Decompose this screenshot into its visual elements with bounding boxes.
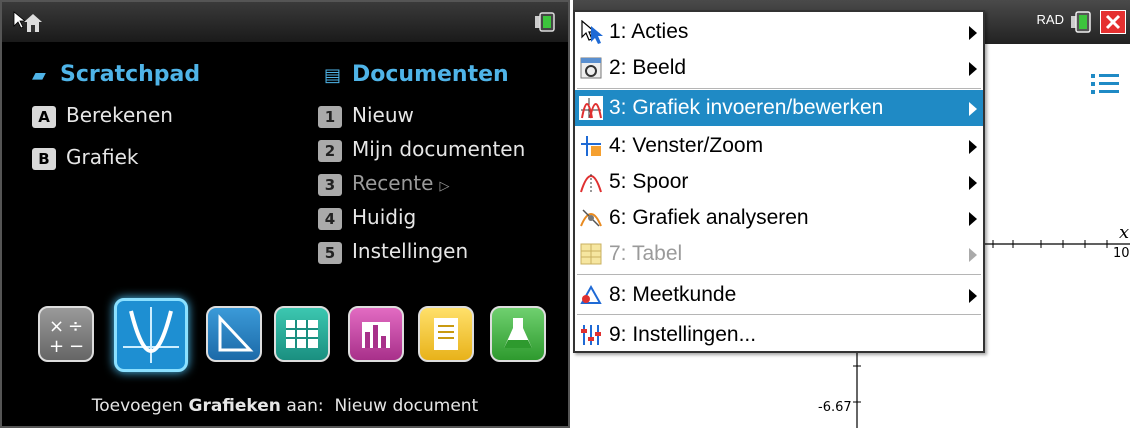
submenu-arrow-icon — [969, 289, 977, 303]
menu-item-label: Instellingen — [352, 239, 469, 263]
trace-icon — [580, 174, 602, 193]
documents-item-current[interactable]: 4 Huidig — [318, 200, 416, 234]
triangle-glyph — [218, 314, 254, 352]
shortcut-key: A — [32, 105, 56, 128]
menu-item-label: 9: Instellingen... — [609, 323, 757, 346]
battery-icon — [1071, 11, 1091, 33]
menu-item-label: 6: Grafiek analyseren — [609, 206, 809, 229]
status-footer: Toevoegen Grafieken aan: Nieuw document — [91, 396, 479, 416]
submenu-arrow-icon: ▷ — [439, 179, 450, 194]
documents-heading: ▤ Documenten — [324, 62, 509, 87]
shortcut-key: 1 — [318, 105, 342, 128]
x-axis-label: x — [1119, 222, 1130, 243]
menu-item-label: Grafiek — [66, 145, 139, 169]
view-icon — [580, 57, 602, 79]
svg-text:×: × — [49, 316, 64, 337]
menu-item-label: 3: Grafiek invoeren/bewerken — [609, 96, 884, 119]
menu-item-label: 7: Tabel — [609, 242, 683, 265]
menu-item-trace[interactable]: 5: Spoor — [575, 164, 983, 200]
flask-glyph — [504, 318, 532, 348]
menu-separator — [577, 88, 981, 89]
calculator-app-icon[interactable]: × ÷ + − — [38, 306, 94, 362]
menu-item-graph-entry[interactable]: 3: Grafiek invoeren/bewerken — [575, 90, 983, 126]
scratchpad-icon: ▰ — [32, 65, 46, 86]
scratchpad-heading: ▰ Scratchpad — [32, 62, 201, 87]
data-statistics-app-icon[interactable] — [348, 306, 404, 362]
table-icon — [580, 243, 602, 265]
notes-glyph — [434, 318, 458, 350]
documents-item-my-documents[interactable]: 2 Mijn documenten — [318, 132, 525, 166]
submenu-arrow-icon — [969, 212, 977, 226]
menu-item-view[interactable]: 2: Beeld — [575, 50, 983, 86]
menu-item-table[interactable]: 7: Tabel — [575, 236, 983, 272]
home-screen: ▰ Scratchpad A Berekenen B Grafiek ▤ Documen… — [0, 0, 570, 428]
menu-item-actions[interactable]: 1: Acties — [575, 14, 983, 50]
y-axis-min-tick: -6.67 — [818, 400, 852, 415]
svg-text:÷: ÷ — [68, 316, 83, 337]
battery-icon — [535, 12, 555, 32]
shortcut-key: 5 — [318, 241, 342, 264]
submenu-arrow-icon — [969, 62, 977, 76]
menu-item-label: Recente — [352, 171, 434, 195]
menu-item-label: Nieuw — [352, 103, 414, 127]
menu-item-window-zoom[interactable]: 4: Venster/Zoom — [575, 128, 983, 164]
menu-item-geometry[interactable]: 8: Meetkunde — [575, 277, 983, 313]
calculator-glyph: × ÷+ − — [49, 316, 84, 357]
bar-chart-glyph — [362, 322, 390, 348]
close-icon[interactable] — [1100, 10, 1126, 34]
svg-text:+: + — [49, 336, 64, 357]
angle-mode-indicator: RAD — [1036, 12, 1064, 27]
submenu-arrow-icon — [969, 140, 977, 154]
shortcut-key: 2 — [318, 139, 342, 162]
vernier-dataquest-app-icon[interactable] — [490, 306, 546, 362]
menu-item-label: 2: Beeld — [609, 56, 687, 79]
shortcut-key: B — [32, 147, 56, 170]
documents-item-new[interactable]: 1 Nieuw — [318, 98, 414, 132]
analyze-icon — [580, 209, 602, 227]
submenu-arrow-icon — [969, 248, 977, 262]
submenu-arrow-icon — [969, 26, 977, 40]
notes-app-icon[interactable] — [418, 306, 474, 362]
menu-item-label: 8: Meetkunde — [609, 283, 737, 306]
graph-entry-icon — [579, 96, 603, 120]
lists-spreadsheet-app-icon[interactable] — [274, 306, 330, 362]
home-title-bar — [2, 2, 568, 42]
menu-item-label: 5: Spoor — [609, 170, 689, 193]
svg-text:−: − — [69, 336, 84, 357]
menu-separator — [577, 314, 981, 315]
home-icon[interactable] — [10, 10, 44, 36]
x-axis-max-tick: 10 — [1113, 246, 1130, 261]
menu-item-label: Huidig — [352, 205, 417, 229]
submenu-arrow-icon — [969, 176, 977, 190]
settings-icon — [581, 325, 601, 345]
documents-item-recent[interactable]: 3 Recente ▷ — [318, 166, 449, 200]
shortcut-key: 4 — [318, 207, 342, 230]
graphs-app-icon[interactable] — [114, 298, 188, 372]
geometry-icon — [580, 284, 602, 304]
pointer-icon — [581, 20, 603, 44]
documents-item-settings[interactable]: 5 Instellingen — [318, 234, 468, 268]
documents-icon: ▤ — [324, 65, 342, 86]
menu-item-label: Berekenen — [66, 103, 173, 127]
menu-item-settings[interactable]: 9: Instellingen... — [575, 317, 983, 353]
menu-separator — [577, 274, 981, 275]
spreadsheet-glyph — [286, 320, 318, 348]
menu-item-label: 1: Acties — [609, 20, 689, 43]
parabola-glyph — [123, 307, 179, 363]
context-menu: 1: Acties 2: Beeld 3: Grafiek invoeren/b… — [573, 10, 985, 353]
submenu-arrow-icon — [969, 102, 977, 116]
scratchpad-item-graph[interactable]: B Grafiek — [32, 140, 138, 174]
menu-item-label: 4: Venster/Zoom — [609, 134, 764, 157]
window-zoom-icon — [581, 136, 601, 156]
shortcut-key: 3 — [318, 173, 342, 196]
menu-item-label: Mijn documenten — [352, 137, 526, 161]
scratchpad-item-calculate[interactable]: A Berekenen — [32, 98, 173, 132]
menu-item-analyze-graph[interactable]: 6: Grafiek analyseren — [575, 200, 983, 236]
close-cross-glyph — [1105, 14, 1121, 30]
geometry-app-icon[interactable] — [206, 306, 262, 362]
